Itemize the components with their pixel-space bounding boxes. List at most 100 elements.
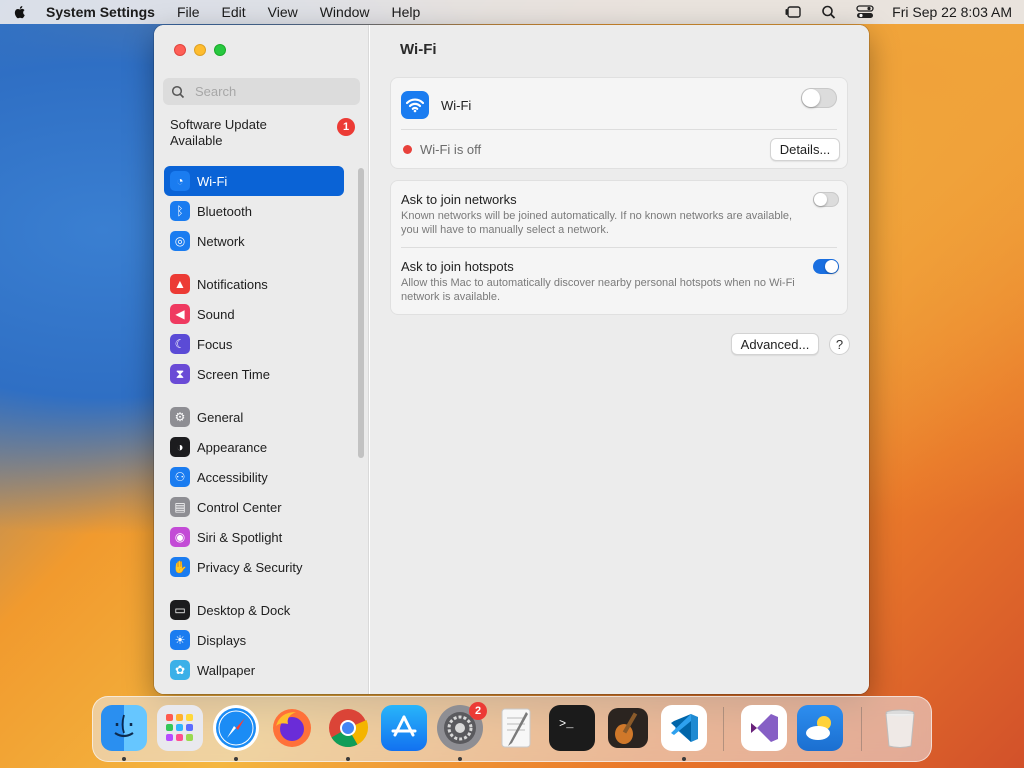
- sidebar-item-screen-time[interactable]: ⧗ Screen Time: [164, 359, 344, 389]
- firefox-icon[interactable]: [269, 705, 315, 751]
- svg-text:>_: >_: [559, 717, 574, 731]
- close-button[interactable]: [174, 44, 186, 56]
- sidebar-search[interactable]: [163, 78, 360, 105]
- wifi-toggle[interactable]: [801, 88, 837, 108]
- sidebar-item-label: Desktop & Dock: [197, 602, 291, 618]
- menu-file[interactable]: File: [177, 4, 200, 20]
- sidebar-item-displays[interactable]: ☀ Displays: [164, 625, 344, 655]
- sidebar-item-label: Siri & Spotlight: [197, 529, 283, 545]
- garageband-icon[interactable]: [605, 705, 651, 751]
- siri-icon: ◉: [170, 527, 190, 547]
- sidebar-item-label: Bluetooth: [197, 203, 252, 219]
- details-button[interactable]: Details...: [770, 138, 840, 161]
- menu-clock[interactable]: Fri Sep 22 8:03 AM: [892, 4, 1012, 20]
- sidebar-item-siri-spotlight[interactable]: ◉ Siri & Spotlight: [164, 522, 344, 552]
- running-indicator: [682, 757, 686, 761]
- terminal-icon[interactable]: >_: [549, 705, 595, 751]
- menu-app-name[interactable]: System Settings: [46, 4, 155, 20]
- sidebar-item-wallpaper[interactable]: ✿ Wallpaper: [164, 655, 344, 685]
- finder-icon[interactable]: [101, 705, 147, 751]
- flower-icon: ✿: [170, 660, 190, 680]
- dock: 2 >_: [92, 696, 932, 762]
- sidebar-item-appearance[interactable]: ◑ Appearance: [164, 432, 344, 462]
- dock-icon: ▭: [170, 600, 190, 620]
- sidebar-item-label: Notifications: [197, 276, 268, 292]
- menu-help[interactable]: Help: [392, 4, 421, 20]
- bell-icon: ▲: [170, 274, 190, 294]
- zoom-button[interactable]: [214, 44, 226, 56]
- hand-icon: ✋: [170, 557, 190, 577]
- apple-logo-icon[interactable]: [12, 4, 28, 20]
- running-indicator: [234, 757, 238, 761]
- globe-icon: ◎: [170, 231, 190, 251]
- divider: [401, 247, 837, 248]
- control-center-icon[interactable]: [856, 4, 874, 20]
- sidebar-item-desktop-dock[interactable]: ▭ Desktop & Dock: [164, 595, 344, 625]
- wifi-icon: ◔: [170, 171, 190, 191]
- wifi-card: Wi-Fi Wi-Fi is off Details...: [390, 77, 848, 169]
- app-store-icon[interactable]: [381, 705, 427, 751]
- menu-window[interactable]: Window: [320, 4, 370, 20]
- help-button[interactable]: ?: [829, 334, 850, 355]
- sidebar-item-network[interactable]: ◎ Network: [164, 226, 344, 256]
- spotlight-search-icon[interactable]: [820, 4, 838, 20]
- ask-networks-toggle[interactable]: [813, 192, 839, 207]
- ask-hotspots-desc: Allow this Mac to automatically discover…: [401, 277, 795, 303]
- wifi-row-label: Wi-Fi: [441, 97, 472, 113]
- toggle-knob: [814, 193, 827, 206]
- speaker-icon: ◀: [170, 304, 190, 324]
- wifi-icon: [401, 91, 429, 119]
- sidebar-item-bluetooth[interactable]: ᛒ Bluetooth: [164, 196, 344, 226]
- sidebar-item-notifications[interactable]: ▲ Notifications: [164, 269, 344, 299]
- dock-separator: [861, 707, 862, 751]
- software-update-item[interactable]: Software Update Available 1: [170, 117, 355, 149]
- software-update-label: Software Update Available: [170, 117, 267, 148]
- menu-view[interactable]: View: [268, 4, 298, 20]
- sidebar-item-label: Wi-Fi: [197, 173, 228, 189]
- sidebar-item-accessibility[interactable]: ⚇ Accessibility: [164, 462, 344, 492]
- sidebar-list: ◔ Wi-Fi ᛒ Bluetooth ◎ Network ▲ Notifications ◀ S…: [164, 166, 344, 685]
- sidebar-item-wi-fi[interactable]: ◔ Wi-Fi: [164, 166, 344, 196]
- wifi-row: Wi-Fi: [401, 91, 471, 119]
- sidebar-item-label: Sound: [197, 306, 235, 322]
- sidebar-item-label: Wallpaper: [197, 662, 256, 678]
- visual-studio-icon[interactable]: [741, 705, 787, 751]
- sidebar-item-label: Control Center: [197, 499, 282, 515]
- sidebar-item-focus[interactable]: ☾ Focus: [164, 329, 344, 359]
- running-indicator: [458, 757, 462, 761]
- ask-networks-desc: Known networks will be joined automatica…: [401, 210, 793, 236]
- chrome-icon[interactable]: [325, 705, 371, 751]
- weather-icon[interactable]: [797, 705, 843, 751]
- settings-badge: 2: [469, 702, 487, 720]
- sidebar-item-label: Appearance: [197, 439, 268, 455]
- sun-icon: ☀: [170, 630, 190, 650]
- moon-icon: ☾: [170, 334, 190, 354]
- sidebar-item-label: Focus: [197, 336, 233, 352]
- sidebar-scrollbar[interactable]: [358, 168, 364, 458]
- stage-manager-icon[interactable]: [784, 4, 802, 20]
- sidebar-item-privacy-security[interactable]: ✋ Privacy & Security: [164, 552, 344, 582]
- advanced-button[interactable]: Advanced...: [731, 333, 819, 355]
- trash-icon[interactable]: [877, 705, 923, 751]
- bluetooth-icon: ᛒ: [170, 201, 190, 221]
- launchpad-icon[interactable]: [157, 705, 203, 751]
- sidebar-item-label: Displays: [197, 632, 247, 648]
- appearance-icon: ◑: [170, 437, 190, 457]
- minimize-button[interactable]: [194, 44, 206, 56]
- sidebar-item-general[interactable]: ⚙ General: [164, 402, 344, 432]
- wifi-status-text: Wi-Fi is off: [420, 142, 482, 157]
- sidebar-item-control-center[interactable]: ▤ Control Center: [164, 492, 344, 522]
- page-title: Wi-Fi: [400, 41, 437, 58]
- ask-hotspots-toggle[interactable]: [813, 259, 839, 274]
- menu-edit[interactable]: Edit: [222, 4, 246, 20]
- search-input[interactable]: [193, 83, 347, 100]
- divider: [401, 129, 837, 130]
- textedit-icon[interactable]: [493, 705, 539, 751]
- sidebar-item-label: Network: [197, 233, 245, 249]
- safari-icon[interactable]: [213, 705, 259, 751]
- system-settings-window: Software Update Available 1 ◔ Wi-Fi ᛒ Bluet…: [154, 25, 869, 694]
- vscode-icon[interactable]: [661, 705, 707, 751]
- sidebar-item-sound[interactable]: ◀ Sound: [164, 299, 344, 329]
